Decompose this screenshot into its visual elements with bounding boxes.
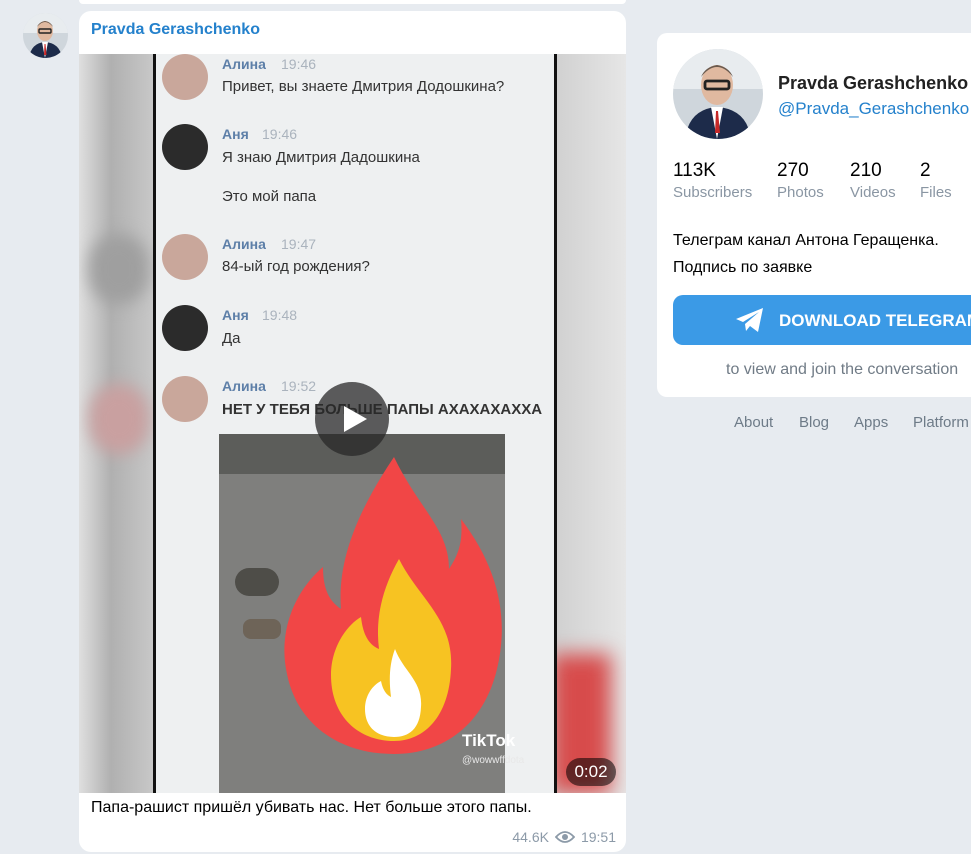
- previous-message-edge: [79, 0, 626, 4]
- stat-value: 210: [850, 160, 882, 181]
- view-count: 44.6K: [512, 829, 549, 845]
- tiktok-handle: @wowwffdota: [462, 755, 525, 766]
- chat-avatar: [162, 124, 208, 170]
- download-telegram-button[interactable]: DOWNLOAD TELEGRAM: [673, 295, 971, 345]
- chat-time: 19:46: [262, 126, 298, 142]
- author-avatar[interactable]: [23, 13, 68, 58]
- chat-text: Я знаю Дмитрия Дадошкина: [222, 149, 420, 166]
- stat-value: 270: [777, 160, 809, 181]
- channel-name: Pravda Gerashchenko: [778, 73, 969, 93]
- message-card: Pravda Gerashchenko Алина 19:46 Привет, …: [79, 11, 626, 852]
- stat-label: Files: [920, 184, 952, 201]
- post-time: 19:51: [580, 829, 616, 845]
- chat-name: Аня: [222, 307, 249, 323]
- stat-value: 113K: [673, 160, 716, 181]
- description-line: Подпись по заявке: [673, 259, 813, 276]
- footer-link-about[interactable]: About: [734, 414, 773, 431]
- description-line: Телеграм канал Антона Геращенка.: [673, 232, 939, 249]
- chat-name: Аня: [222, 126, 249, 142]
- chat-time: 19:48: [262, 307, 298, 323]
- stat-videos: 210 Videos: [850, 160, 896, 201]
- chat-message: Аня 19:46 Я знаю Дмитрия Дадошкина Это м…: [156, 124, 554, 214]
- blur-right: [551, 54, 626, 793]
- chat-avatar: [162, 234, 208, 280]
- eye-icon: [554, 831, 575, 843]
- chat-avatar: [162, 376, 208, 422]
- stat-label: Subscribers: [673, 184, 753, 201]
- stat-label: Videos: [850, 184, 896, 201]
- channel-username[interactable]: @Pravda_Gerashchenko: [778, 99, 969, 119]
- stat-photos: 270 Photos: [777, 160, 824, 201]
- stat-label: Photos: [777, 184, 824, 201]
- chat-text: Да: [222, 330, 241, 347]
- chat-time: 19:46: [281, 56, 317, 72]
- post-author[interactable]: Pravda Gerashchenko: [91, 21, 260, 39]
- channel-description: Телеграм канал Антона Геращенка. Подпись…: [673, 227, 939, 281]
- chat-time: 19:52: [281, 378, 317, 394]
- chat-text: Привет, вы знаете Дмитрия Додошкина?: [222, 78, 505, 95]
- chat-text: 84-ый год рождения?: [222, 258, 370, 275]
- channel-info-card: Pravda Gerashchenko @Pravda_Gerashchenko…: [657, 33, 971, 397]
- play-icon: [344, 406, 367, 432]
- chat-time: 19:47: [281, 236, 317, 252]
- join-hint: to view and join the conversation: [726, 361, 959, 378]
- chat-name: Алина: [222, 236, 266, 252]
- stat-value: 2: [920, 160, 931, 181]
- blur-left: [79, 54, 159, 793]
- chat-message: Аня 19:48 Да: [156, 305, 554, 375]
- footer-link-platform[interactable]: Platform: [913, 414, 969, 431]
- play-button[interactable]: [315, 382, 389, 456]
- video-duration: 0:02: [566, 758, 616, 786]
- chat-message: Алина 19:46 Привет, вы знаете Дмитрия До…: [156, 54, 554, 124]
- stat-files: 2 Files: [920, 160, 952, 201]
- channel-avatar: [673, 49, 763, 139]
- video-player[interactable]: Алина 19:46 Привет, вы знаете Дмитрия До…: [79, 54, 626, 793]
- post-meta: 44.6K 19:51: [512, 829, 616, 845]
- footer-link-blog[interactable]: Blog: [799, 414, 829, 431]
- footer-link-apps[interactable]: Apps: [854, 414, 888, 431]
- post-caption: Папа-рашист пришёл убивать нас. Нет боль…: [91, 799, 532, 816]
- stat-subscribers: 113K Subscribers: [673, 160, 752, 201]
- fire-emoji-icon: [284, 457, 502, 754]
- chat-message: Алина 19:47 84-ый год рождения?: [156, 234, 554, 304]
- chat-avatar: [162, 305, 208, 351]
- chat-name: Алина: [222, 56, 266, 72]
- tiktok-watermark: TikTok: [462, 731, 516, 750]
- chat-name: Алина: [222, 378, 266, 394]
- download-button-label: DOWNLOAD TELEGRAM: [779, 311, 971, 330]
- chat-text: Это мой папа: [222, 188, 317, 205]
- chat-avatar: [162, 54, 208, 100]
- telegram-plane-icon: [736, 308, 763, 332]
